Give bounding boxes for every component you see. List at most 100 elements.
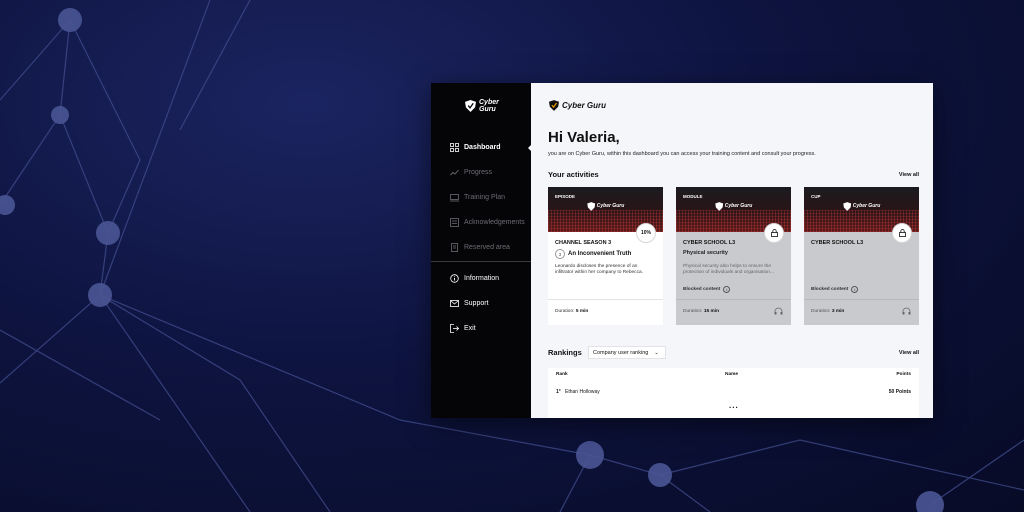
duration-value: 3 min <box>831 309 845 314</box>
episode-number: 3 <box>555 249 565 259</box>
duration-label: Duration: <box>555 309 575 314</box>
duration-label: Duration: <box>811 309 831 314</box>
lock-icon <box>770 229 778 237</box>
sidebar-item-label: Training Plan <box>464 194 505 201</box>
card-divider <box>676 299 791 300</box>
card-description: Physical security also helps to ensure t… <box>683 264 774 275</box>
sidebar-item-exit[interactable]: Exit <box>431 316 531 341</box>
column-header-name: Name <box>725 372 739 377</box>
sidebar-secondary-nav: Information Support Exit <box>431 266 531 341</box>
card-logo-text: Cyber Guru <box>596 203 625 209</box>
episode-info: 3 An Inconvenient Truth <box>555 249 631 259</box>
card-logo: Cyber Guru <box>714 202 753 211</box>
blocked-text: Blocked content <box>811 287 849 292</box>
more-rows-indicator[interactable]: ... <box>729 401 739 410</box>
duration-value: 5 min <box>575 309 589 314</box>
headphones-icon <box>774 307 783 315</box>
shield-logo-icon <box>465 100 476 112</box>
rankings-view-all-link[interactable]: View all <box>899 350 919 356</box>
rankings-heading: Rankings <box>548 348 582 357</box>
card-logo-text: Cyber Guru <box>724 203 753 209</box>
column-header-points: Points <box>896 372 911 377</box>
brand-text: Cyber Guru <box>562 101 607 110</box>
duration-value: 15 min <box>703 309 720 314</box>
sidebar-logo[interactable]: Cyber Guru <box>465 99 499 113</box>
table-row-rank: 1° <box>556 389 561 395</box>
select-value: Company user ranking <box>593 349 649 356</box>
card-tag: EPISODE <box>555 194 576 199</box>
shield-logo-icon <box>842 202 851 211</box>
sidebar-item-support[interactable]: Support <box>431 291 531 316</box>
table-row-name: Ethan Holloway <box>565 389 600 395</box>
table-row-points: 50 Points <box>888 389 911 395</box>
sidebar-item-label: Progress <box>464 169 493 176</box>
sidebar-item-dashboard[interactable]: Dashboard <box>431 135 532 160</box>
card-duration: Duration: 5 min <box>555 309 588 314</box>
main-content: Cyber Guru Hi Valeria, you are on Cyber … <box>531 83 933 418</box>
sidebar-item-label: Information <box>464 275 500 282</box>
card-logo-text: Cyber Guru <box>852 203 881 209</box>
card-duration: Duration: 15 min <box>683 309 719 314</box>
acknowledgements-icon <box>450 218 459 227</box>
info-icon[interactable]: i <box>723 286 731 293</box>
sidebar-item-label: Dashboard <box>464 144 501 151</box>
shield-logo-icon <box>714 202 723 211</box>
card-title: CYBER SCHOOL L3 <box>811 240 864 246</box>
blocked-content-label: Blocked content i <box>811 286 859 293</box>
sidebar-item-label: Exit <box>464 325 476 332</box>
sidebar-item-label: Support <box>464 300 489 307</box>
blocked-text: Blocked content <box>683 287 721 292</box>
sidebar-item-reserved-area[interactable]: Reserved area <box>431 235 531 260</box>
ranking-type-select[interactable]: Company user ranking ⌄ <box>588 346 666 359</box>
trend-icon <box>450 168 459 177</box>
duration-label: Duration: <box>683 309 703 314</box>
card-duration: Duration: 3 min <box>811 309 844 314</box>
exit-icon <box>450 324 459 333</box>
sidebar-nav: Dashboard Progress Training Plan Acknowl… <box>431 135 532 260</box>
blocked-content-label: Blocked content i <box>683 286 731 293</box>
chevron-down-icon: ⌄ <box>654 349 659 356</box>
activities-heading: Your activities <box>548 170 599 179</box>
rankings-table: Rank Name Points 1° Ethan Holloway 50 Po… <box>548 368 919 418</box>
card-logo: Cyber Guru <box>586 202 625 211</box>
info-icon <box>450 274 459 283</box>
card-title: CHANNEL SEASON 3 <box>555 240 612 246</box>
card-subtitle: Physical security <box>683 250 728 256</box>
activity-card-cup[interactable]: CUP Cyber Guru CYBER SCHOOL L3 Blocked c… <box>804 187 919 325</box>
lock-icon <box>898 229 906 237</box>
page-title: Hi Valeria, <box>548 129 620 146</box>
reserved-area-icon <box>450 243 459 252</box>
dashboard-icon <box>450 143 459 152</box>
headphones-icon <box>902 307 911 315</box>
progress-badge: 10% <box>636 223 656 243</box>
sidebar-item-training-plan[interactable]: Training Plan <box>431 185 531 210</box>
app-window: Cyber Guru Dashboard Progress Training P… <box>431 83 933 418</box>
lock-badge <box>892 223 912 243</box>
lock-badge <box>764 223 784 243</box>
card-title: CYBER SCHOOL L3 <box>683 240 736 246</box>
card-logo: Cyber Guru <box>842 202 881 211</box>
card-tag: MODULE <box>683 194 703 199</box>
card-divider <box>548 299 663 300</box>
card-tag: CUP <box>811 194 821 199</box>
sidebar-item-acknowledgements[interactable]: Acknowledgements <box>431 210 531 235</box>
sidebar-item-label: Reserved area <box>464 244 510 251</box>
sidebar: Cyber Guru Dashboard Progress Training P… <box>431 83 532 418</box>
info-icon[interactable]: i <box>851 286 859 293</box>
sidebar-item-label: Acknowledgements <box>464 219 525 226</box>
logo-text: Cyber Guru <box>479 99 499 113</box>
activity-card-episode[interactable]: EPISODE Cyber Guru 10% CHANNEL SEASON 3 … <box>548 187 663 325</box>
page-subtitle: you are on Cyber Guru, within this dashb… <box>548 151 816 157</box>
column-header-rank: Rank <box>556 372 568 377</box>
shield-logo-icon <box>586 202 595 211</box>
mail-icon <box>450 299 459 308</box>
sidebar-item-progress[interactable]: Progress <box>431 160 531 185</box>
card-description: Leonardo discloses the presence of an in… <box>555 264 643 275</box>
activities-view-all-link[interactable]: View all <box>899 172 919 178</box>
sidebar-divider <box>431 261 531 262</box>
activity-card-module[interactable]: MODULE Cyber Guru CYBER SCHOOL L3 Physic… <box>676 187 791 325</box>
sidebar-item-information[interactable]: Information <box>431 266 531 291</box>
episode-title: An Inconvenient Truth <box>568 251 632 257</box>
card-divider <box>804 299 919 300</box>
header-brand[interactable]: Cyber Guru <box>549 100 606 111</box>
